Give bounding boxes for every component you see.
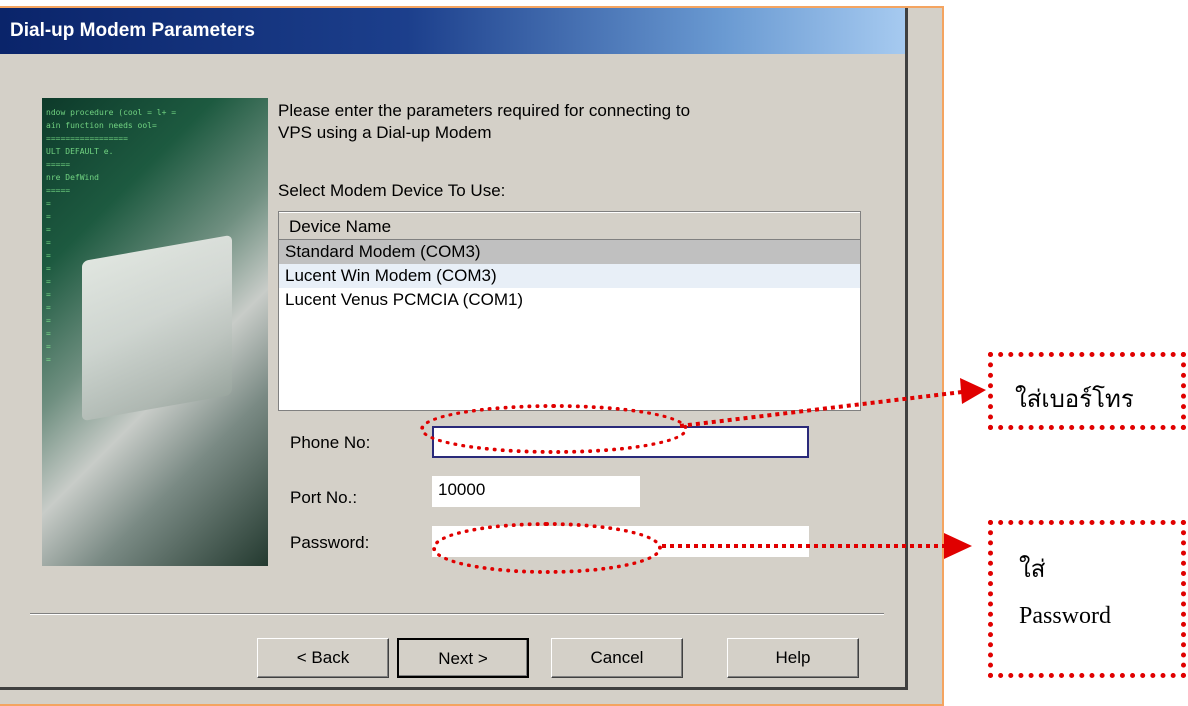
password-callout-line-1: ใส่ bbox=[1019, 557, 1046, 583]
password-callout: ใส่ Password bbox=[988, 520, 1186, 678]
password-callout-line-2: Password bbox=[1019, 603, 1112, 629]
password-arrow-head bbox=[944, 533, 972, 559]
phone-callout-text: ใส่เบอร์โทร bbox=[1015, 387, 1134, 413]
phone-arrow-line bbox=[679, 390, 963, 428]
phone-callout: ใส่เบอร์โทร bbox=[988, 352, 1186, 430]
phone-arrow-head bbox=[960, 378, 986, 404]
